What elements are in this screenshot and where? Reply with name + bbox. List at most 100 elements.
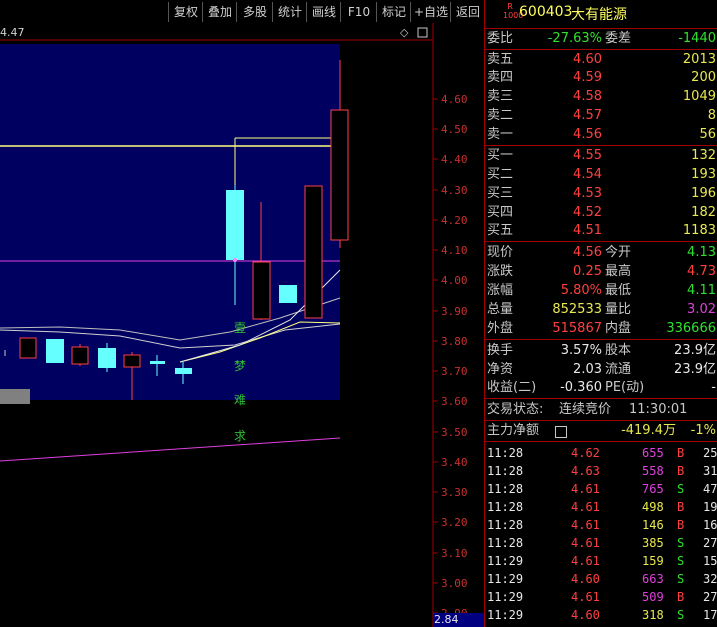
- trade-status-time: 11:30:01: [629, 402, 688, 417]
- stat-label: 现价: [487, 245, 514, 260]
- stat-label: 流通: [605, 362, 632, 377]
- stat-label: 外盘: [487, 321, 514, 336]
- trade-status-row: 交易状态: 连续竞价 11:30:01: [487, 401, 717, 419]
- back-button[interactable]: 返回: [450, 2, 485, 22]
- stock-name: 大有能源: [571, 7, 627, 23]
- tick-count: 15: [703, 554, 717, 568]
- stat-label: 总量: [487, 302, 514, 317]
- bid-label: 买五: [487, 223, 514, 238]
- chart-top-price: 4.47: [0, 26, 25, 39]
- axis-label: 3.60: [441, 395, 468, 408]
- stat-label: 涨跌: [487, 264, 514, 279]
- weicha-label: 委差: [605, 31, 632, 46]
- bid-row: 买四 4.52 182: [487, 204, 717, 222]
- tick-side: S: [677, 482, 685, 496]
- main-flow-label: 主力净额: [487, 423, 540, 438]
- stat-label: 换手: [487, 343, 514, 358]
- annotation-char: 梦: [234, 359, 247, 373]
- bid-volume: 1183: [682, 223, 716, 238]
- stat-value: 2.03: [573, 362, 602, 377]
- tick-row: 11:29 4.61 509 B 27: [487, 588, 717, 606]
- f10-button[interactable]: F10: [340, 2, 377, 22]
- add-favorite-button[interactable]: +自选: [410, 2, 451, 22]
- tick-row: 11:28 4.61 765 S 47: [487, 480, 717, 498]
- tick-row: 11:28 4.62 655 B 25: [487, 444, 717, 462]
- axis-label: 3.80: [441, 335, 468, 348]
- draw-line-button[interactable]: 画线: [306, 2, 341, 22]
- tick-row: 11:28 4.61 498 B 19: [487, 498, 717, 516]
- tick-price: 4.61: [571, 554, 600, 568]
- tick-row: 11:29 4.60 663 S 32: [487, 570, 717, 588]
- fuquan-button[interactable]: 复权: [168, 2, 203, 22]
- multi-stock-button[interactable]: 多股: [236, 2, 273, 22]
- tick-time: 11:28: [487, 536, 524, 550]
- tick-volume: 498: [642, 500, 664, 514]
- tick-side: B: [677, 464, 685, 478]
- axis-label: 4.50: [441, 123, 468, 136]
- tick-side: B: [677, 446, 685, 460]
- bid-price: 4.53: [573, 186, 602, 201]
- bid-label: 买二: [487, 167, 514, 182]
- tick-price: 4.61: [571, 518, 600, 532]
- stat2-row: 换手 3.57% 股本 23.9亿: [487, 342, 717, 360]
- bid-volume: 182: [691, 205, 716, 220]
- stat-value: 5.80%: [560, 283, 602, 298]
- ask-price: 4.57: [573, 108, 602, 123]
- bid-row: 买五 4.51 1183: [487, 222, 717, 240]
- trade-status-value: 连续竞价: [559, 402, 612, 417]
- statistics-button[interactable]: 统计: [272, 2, 307, 22]
- ask-price: 4.56: [573, 127, 602, 142]
- overlay-button[interactable]: 叠加: [202, 2, 237, 22]
- stat-value: 23.9亿: [674, 343, 716, 358]
- stat-value: 4.73: [687, 264, 716, 279]
- tick-price: 4.62: [571, 446, 600, 460]
- stat-label: 净资: [487, 362, 514, 377]
- ask-row: 卖三 4.58 1049: [487, 88, 717, 106]
- ask-volume: 1049: [682, 89, 716, 104]
- bid-volume: 193: [691, 167, 716, 182]
- annotation-char: 求: [234, 429, 247, 443]
- bid-price: 4.54: [573, 167, 602, 182]
- svg-text:◇: ◇: [400, 26, 409, 39]
- webi-value: -27.63%: [547, 31, 602, 46]
- list-icon[interactable]: [555, 426, 567, 438]
- ask-volume: 56: [699, 127, 716, 142]
- tick-side: S: [677, 608, 685, 622]
- tick-side: B: [677, 590, 685, 604]
- ask-label: 卖四: [487, 70, 514, 85]
- tick-row: 11:29 4.60 318 S 17: [487, 606, 717, 624]
- stat-row: 涨幅 5.80% 最低 4.11: [487, 282, 717, 300]
- ask-volume: 200: [691, 70, 716, 85]
- tick-volume: 655: [642, 446, 664, 460]
- tick-row: 11:28 4.61 385 S 27: [487, 534, 717, 552]
- axis-label: 3.90: [441, 305, 468, 318]
- tick-count: 47: [703, 482, 717, 496]
- tick-count: 16: [703, 518, 717, 532]
- mark-button[interactable]: 标记: [376, 2, 411, 22]
- stat-value: -: [711, 380, 716, 395]
- kline-chart[interactable]: ◇ 4.47 4.60 4.50 4.40 4.30 4.20 4.10 4.0…: [0, 23, 484, 627]
- stat-label: 今开: [605, 245, 632, 260]
- bid-volume: 196: [691, 186, 716, 201]
- ask-volume: 8: [707, 108, 716, 123]
- ask-price: 4.59: [573, 70, 602, 85]
- tick-volume: 558: [642, 464, 664, 478]
- tick-volume: 385: [642, 536, 664, 550]
- main-flow-row[interactable]: 主力净额 -419.4万 -1%: [487, 422, 717, 440]
- bid-volume: 132: [691, 148, 716, 163]
- tick-time: 11:29: [487, 590, 524, 604]
- webi-label: 委比: [487, 31, 514, 46]
- tick-price: 4.61: [571, 482, 600, 496]
- webi-row: 委比 -27.63% 委差 -1440: [487, 30, 717, 48]
- tick-count: 19: [703, 500, 717, 514]
- ask-label: 卖二: [487, 108, 514, 123]
- tick-price: 4.61: [571, 500, 600, 514]
- tick-side: B: [677, 518, 685, 532]
- axis-label: 4.30: [441, 184, 468, 197]
- tick-count: 31: [703, 464, 717, 478]
- stat2-row: 收益(二) -0.360 PE(动) -: [487, 379, 717, 397]
- stat-label: 量比: [605, 302, 632, 317]
- ask-price: 4.60: [573, 52, 602, 67]
- axis-label: 3.10: [441, 547, 468, 560]
- ask-row: 卖二 4.57 8: [487, 107, 717, 125]
